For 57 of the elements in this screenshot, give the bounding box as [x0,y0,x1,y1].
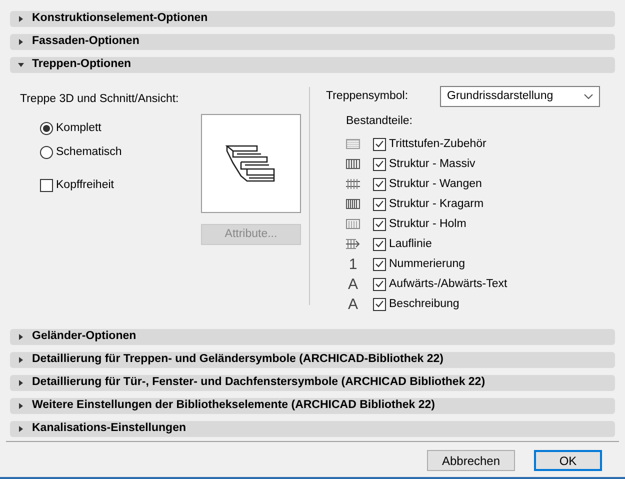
caret-right-icon [18,16,24,22]
walkline-icon [346,239,360,250]
radio-button[interactable] [40,122,53,136]
checkbox-label: Struktur - Holm [389,216,466,232]
section-header[interactable]: Fassaden-Optionen [10,34,615,50]
section-header[interactable]: Kanalisations-Einstellungen [10,421,615,437]
bars-icon [346,199,360,210]
checkbox[interactable] [373,158,386,171]
text-symbol-icon: A [346,296,360,312]
ok-button[interactable]: OK [534,450,602,471]
checkbox[interactable] [373,298,386,311]
checkbox-label: Nummerierung [389,256,466,272]
checkbox[interactable] [373,258,386,271]
section-header[interactable]: Detaillierung für Treppen- und Geländersymbole (ARCHICAD-Bibliothek 22) [10,352,615,368]
symbol-dropdown[interactable]: Grundrissdarstellung [440,86,600,107]
section-header[interactable]: Weitere Einstellungen der Bibliothekselemente (ARCHICAD Bibliothek 22) [10,398,615,414]
radio-label: Schematisch [56,144,122,160]
checkbox-label: Struktur - Wangen [389,176,482,192]
radio-label: Komplett [56,121,102,136]
caret-right-icon [18,334,24,340]
caret-right-icon [18,357,24,363]
stair-icon [225,144,277,183]
checkbox[interactable] [40,178,53,192]
caret-right-icon [18,403,24,409]
checkbox-label: Kopffreiheit [56,178,114,193]
checkbox[interactable] [373,278,386,291]
text-symbol-icon: A [346,276,360,292]
checkbox-label: Lauflinie [389,236,432,252]
section-header[interactable]: Treppen-Optionen [10,57,615,73]
caret-right-icon [18,380,24,386]
text-symbol-icon: 1 [346,256,360,272]
checkbox[interactable] [373,198,386,211]
checkbox-label: Beschreibung [389,296,460,312]
hatch-icon [346,139,360,150]
frame-icon [346,219,360,230]
caret-right-icon [18,426,24,432]
checkbox-label: Trittstufen-Zubehör [389,136,486,152]
checkbox[interactable] [373,178,386,191]
caret-down-icon [18,62,24,68]
field-label: Treppensymbol: [326,88,410,104]
radio-button[interactable] [40,146,53,159]
group-label: Bestandteile: [346,114,414,129]
checkbox-label: Struktur - Kragarm [389,196,484,212]
section-header[interactable]: Geländer-Optionen [10,329,615,345]
checkbox-label: Aufwärts-/Abwärts-Text [389,276,508,292]
checkbox[interactable] [373,138,386,151]
chevron-down-icon [584,94,593,99]
section-header[interactable]: Konstruktionselement-Optionen [10,11,615,27]
section-header[interactable]: Detaillierung für Tür-, Fenster- und Dachfenstersymbole (ARCHICAD Bibliothek 22) [10,375,615,391]
checkbox-label: Struktur - Massiv [389,156,476,172]
checkbox[interactable] [373,238,386,251]
caret-right-icon [18,39,24,45]
cancel-button[interactable]: Abbrechen [427,450,515,471]
group-label: Treppe 3D und Schnitt/Ansicht: [20,92,180,107]
rails-icon [346,179,360,190]
checkbox[interactable] [373,218,386,231]
bars-icon [346,159,360,170]
